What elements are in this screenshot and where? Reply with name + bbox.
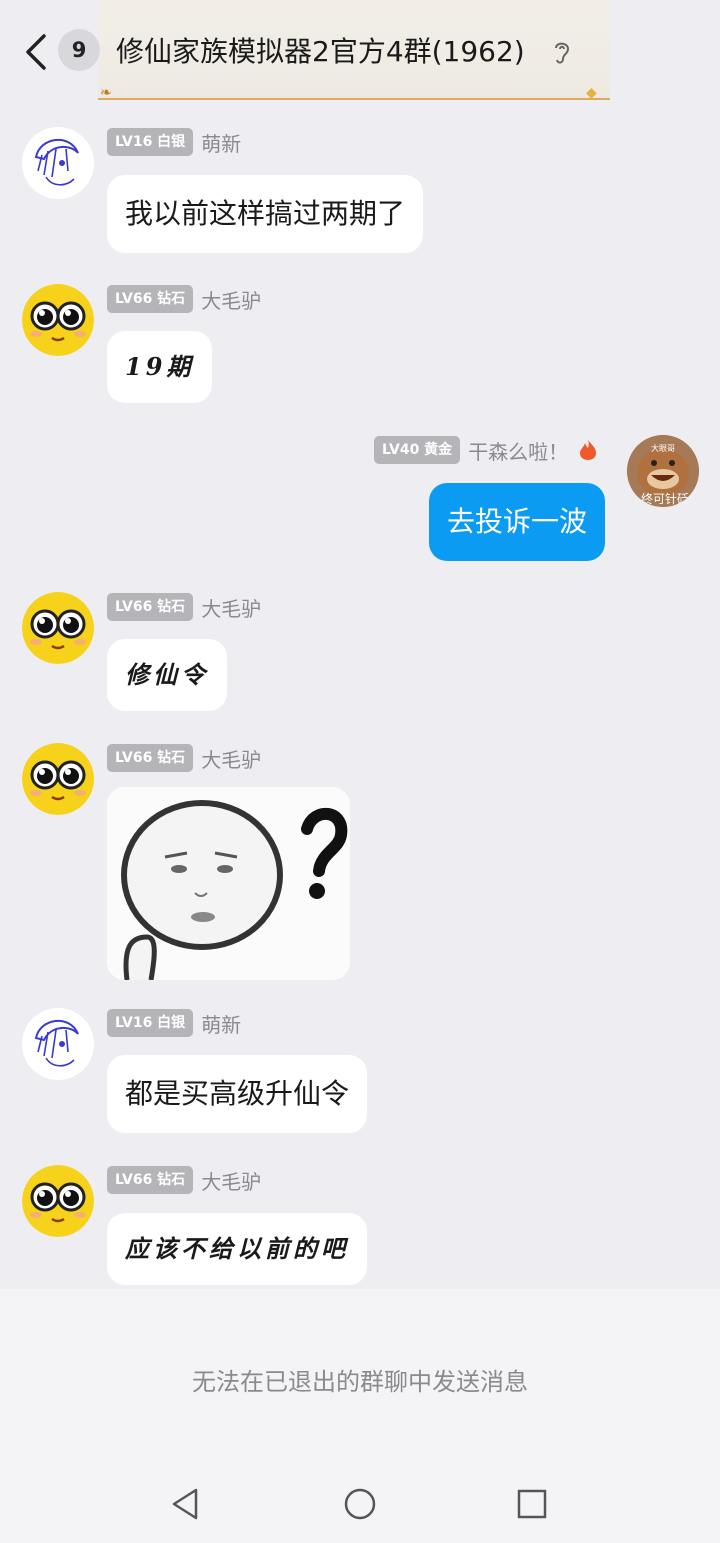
confused-face-sticker-icon xyxy=(107,787,350,980)
pinned-decoration-left: ❧ xyxy=(100,85,112,101)
nav-home-icon[interactable] xyxy=(340,1484,380,1524)
level-badge: LV66 钻石 xyxy=(107,285,194,313)
avatar[interactable] xyxy=(22,284,94,356)
sticker-image[interactable] xyxy=(107,787,350,980)
message-meta: LV16 白银 萌新 xyxy=(107,1008,241,1038)
avatar[interactable] xyxy=(22,1008,94,1080)
pleading-emoji-icon xyxy=(22,1165,94,1237)
avatar-caption: 终可针砭 xyxy=(641,491,689,506)
cartoon-bear-icon: 大眼哥 终可针砭 xyxy=(627,435,699,507)
nav-recents-icon[interactable] xyxy=(512,1484,552,1524)
message-meta: LV66 钻石 大毛驴 xyxy=(107,743,261,773)
nickname[interactable]: 大毛驴 xyxy=(201,285,261,314)
message-bubble[interactable]: 19期 xyxy=(107,331,213,403)
nickname[interactable]: 大毛驴 xyxy=(201,744,261,773)
level-badge: LV66 钻石 xyxy=(107,744,194,772)
level-badge: LV16 白银 xyxy=(107,1009,194,1037)
message-bubble[interactable]: 修仙令 xyxy=(107,639,227,711)
avatar[interactable] xyxy=(22,127,94,199)
unread-count-badge[interactable]: 9 xyxy=(58,29,100,71)
message-bubble[interactable]: 应该不给以前的吧 xyxy=(107,1213,367,1285)
message-meta: LV40 黄金 干森么啦！ xyxy=(374,435,598,465)
avatar[interactable] xyxy=(22,743,94,815)
fire-icon xyxy=(580,440,597,460)
message-meta: LV66 钻石 大毛驴 xyxy=(107,1165,261,1195)
avatar[interactable] xyxy=(22,592,94,664)
nickname[interactable]: 萌新 xyxy=(201,128,241,157)
level-badge: LV66 钻石 xyxy=(107,1166,194,1194)
back-arrow-icon[interactable] xyxy=(22,30,52,74)
avatar[interactable]: 大眼哥 终可针砭 xyxy=(627,435,699,507)
nav-back-icon[interactable] xyxy=(166,1484,206,1524)
nickname[interactable]: 大毛驴 xyxy=(201,593,261,622)
level-badge: LV40 黄金 xyxy=(374,436,461,464)
cannot-send-notice: 无法在已退出的群聊中发送消息 xyxy=(192,1368,528,1396)
message-meta: LV66 钻石 大毛驴 xyxy=(107,592,261,622)
nickname[interactable]: 大毛驴 xyxy=(201,1166,261,1195)
pleading-emoji-icon xyxy=(22,743,94,815)
pleading-emoji-icon xyxy=(22,284,94,356)
message-meta: LV16 白银 萌新 xyxy=(107,127,241,157)
message-bubble[interactable]: 都是买高级升仙令 xyxy=(107,1055,368,1133)
pleading-emoji-icon xyxy=(22,592,94,664)
message-meta: LV66 钻石 大毛驴 xyxy=(107,284,261,314)
sketch-character-icon xyxy=(22,127,94,199)
my-message-bubble[interactable]: 去投诉一波 xyxy=(429,483,606,561)
avatar[interactable] xyxy=(22,1165,94,1237)
level-badge: LV16 白银 xyxy=(107,128,194,156)
message-bubble[interactable]: 我以前这样搞过两期了 xyxy=(107,175,424,253)
sketch-character-icon xyxy=(22,1008,94,1080)
avatar-label: 大眼哥 xyxy=(651,443,675,453)
nickname[interactable]: 萌新 xyxy=(201,1009,241,1038)
ear-icon[interactable] xyxy=(550,38,574,66)
chat-header: ❧ ◆ 9 修仙家族模拟器2官方4群(1962) xyxy=(0,0,720,100)
pinned-decoration-right: ◆ xyxy=(586,85,597,101)
group-title[interactable]: 修仙家族模拟器2官方4群(1962) xyxy=(116,30,525,74)
level-badge: LV66 钻石 xyxy=(107,593,194,621)
nickname[interactable]: 干森么啦！ xyxy=(468,436,568,465)
